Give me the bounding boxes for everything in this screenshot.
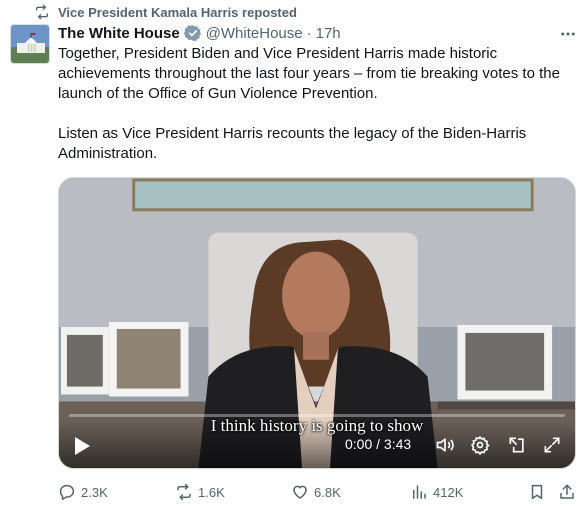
share-button[interactable] (558, 481, 576, 503)
pip-icon[interactable] (507, 435, 527, 455)
repost-button[interactable]: 1.6K (175, 481, 225, 503)
reply-count: 2.3K (81, 484, 108, 500)
analytics-icon (413, 485, 426, 499)
share-icon (560, 484, 574, 499)
reply-button[interactable]: 2.3K (58, 481, 108, 503)
views-button[interactable]: 412K (410, 481, 463, 503)
repost-count: 1.6K (198, 484, 225, 500)
repost-label: Vice President Kamala Harris reposted (58, 4, 297, 20)
more-options-button[interactable] (558, 24, 578, 44)
play-icon[interactable] (73, 436, 91, 456)
like-button[interactable]: 6.8K (291, 481, 341, 503)
video-subtitle: I think history is going to show (210, 416, 424, 435)
heart-icon (293, 485, 307, 499)
view-count: 412K (433, 484, 464, 500)
tweet-paragraph: Listen as Vice President Harris recounts… (58, 125, 527, 162)
verified-badge-icon (183, 25, 201, 42)
tweet-actions: 2.3K 1.6K 6.8K 412K (58, 481, 578, 503)
author-name[interactable]: The White House (58, 25, 180, 42)
settings-icon[interactable] (470, 435, 490, 455)
repost-icon (177, 483, 191, 501)
timestamp[interactable]: 17h (316, 25, 341, 42)
more-icon (561, 32, 575, 36)
tweet-header: The White House @WhiteHouse · 17h (58, 23, 341, 43)
bookmark-icon (531, 484, 543, 500)
tweet-text: Together, President Biden and Vice Presi… (58, 44, 568, 164)
fullscreen-icon[interactable] (542, 435, 562, 455)
video-timecode: 0:00 / 3:43 (345, 436, 412, 452)
tweet-paragraph: Together, President Biden and Vice Presi… (58, 45, 560, 102)
reply-icon (59, 484, 75, 501)
repost-header[interactable]: Vice President Kamala Harris reposted (34, 3, 297, 21)
avatar[interactable] (10, 24, 50, 64)
separator-dot: · (306, 24, 312, 42)
repost-icon (36, 4, 48, 20)
author-handle[interactable]: @WhiteHouse (206, 25, 303, 42)
video-player[interactable]: I think history is going to show 0:00 / … (58, 177, 576, 469)
like-count: 6.8K (314, 484, 341, 500)
bookmark-button[interactable] (528, 481, 546, 503)
volume-icon[interactable] (435, 435, 455, 455)
